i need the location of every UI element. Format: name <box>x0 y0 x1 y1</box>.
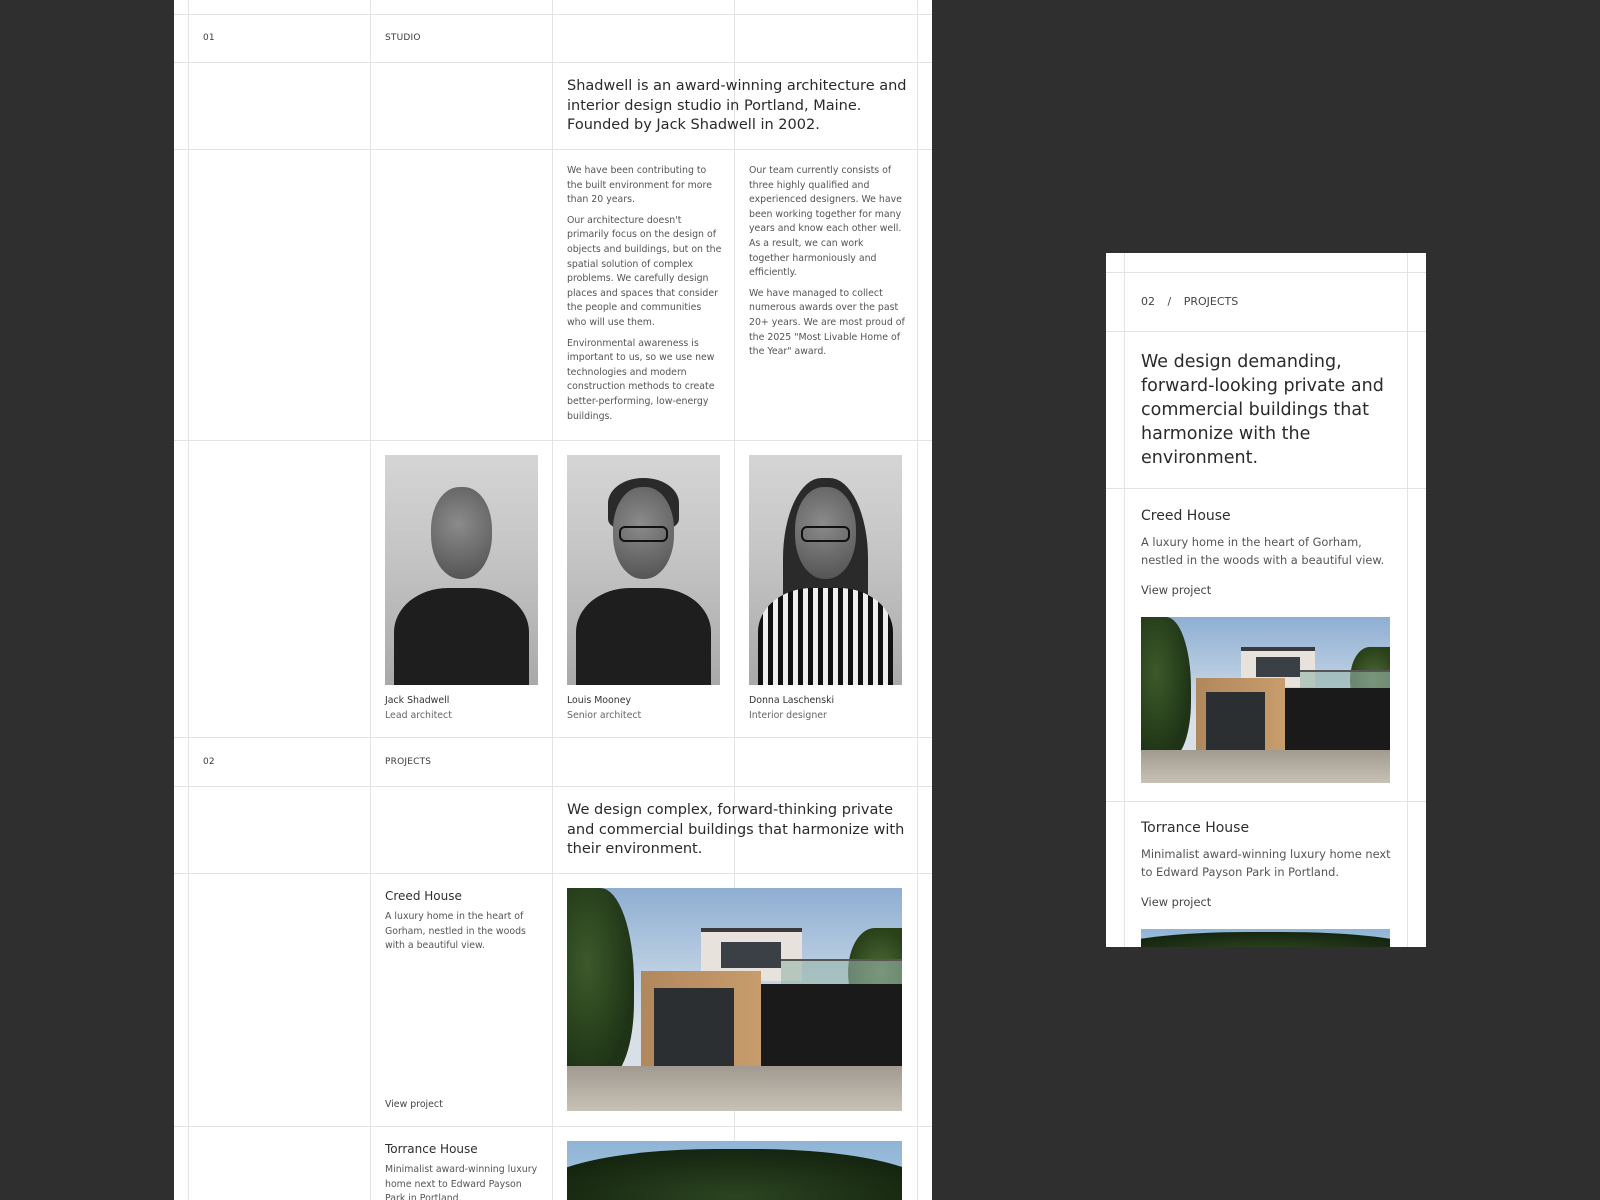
team-member-name: Louis Mooney <box>567 695 632 706</box>
section-number: 02 <box>1141 295 1155 308</box>
section-label: STUDIO <box>385 33 421 43</box>
mobile-section-header: 02 / PROJECTS <box>1141 295 1238 308</box>
project-title: Creed House <box>1141 508 1231 524</box>
team-photo-louis <box>567 455 720 685</box>
project-title: Creed House <box>385 889 462 903</box>
team-member-role: Senior architect <box>567 709 642 721</box>
mobile-page-mockup: 02 / PROJECTS We design demanding, forwa… <box>1106 253 1426 947</box>
team-member-role: Interior designer <box>749 709 827 721</box>
project-image-creed-house <box>1141 617 1390 783</box>
team-member-card: Donna Laschenski Interior designer <box>749 694 834 723</box>
project-title: Torrance House <box>1141 820 1250 836</box>
section-label: PROJECTS <box>385 757 432 767</box>
paragraph: We have been contributing to the built e… <box>567 165 712 206</box>
studio-text-column-2: Our team currently consists of three hig… <box>749 164 905 366</box>
section-number: 02 <box>203 757 215 767</box>
desktop-page-mockup: 01 STUDIO Shadwell is an award-winning a… <box>174 0 932 1200</box>
project-description: Minimalist award-winning luxury home nex… <box>1141 847 1391 879</box>
team-member-name: Donna Laschenski <box>749 695 835 706</box>
team-member-card: Louis Mooney Senior architect <box>567 694 641 723</box>
project-title: Torrance House <box>385 1142 478 1156</box>
view-project-link[interactable]: View project <box>385 1099 443 1110</box>
project-description: A luxury home in the heart of Gorham, ne… <box>385 911 526 952</box>
section-number: 01 <box>203 33 215 43</box>
team-photo-donna <box>749 455 902 685</box>
paragraph: Our architecture doesn't primarily focus… <box>567 214 722 328</box>
separator: / <box>1167 295 1172 308</box>
paragraph: Environmental awareness is important to … <box>567 337 715 422</box>
team-member-name: Jack Shadwell <box>385 695 450 706</box>
team-member-role: Lead architect <box>385 709 452 721</box>
team-photo-jack <box>385 455 538 685</box>
studio-text-column-1: We have been contributing to the built e… <box>567 164 723 430</box>
project-image-torrance-house <box>567 1141 902 1200</box>
paragraph: Our team currently consists of three hig… <box>749 165 902 279</box>
project-description: Minimalist award-winning luxury home nex… <box>385 1164 538 1200</box>
project-image-torrance-house <box>1141 929 1390 947</box>
project-image-creed-house <box>567 888 902 1111</box>
section-label: PROJECTS <box>1183 295 1239 308</box>
mobile-projects-intro: We design demanding, forward-looking pri… <box>1141 352 1384 468</box>
project-description: A luxury home in the heart of Gorham, ne… <box>1141 535 1385 567</box>
studio-intro: Shadwell is an award-winning architectur… <box>567 78 907 133</box>
projects-intro: We design complex, forward-thinking priv… <box>567 802 905 857</box>
paragraph: We have managed to collect numerous awar… <box>749 287 905 358</box>
view-project-link[interactable]: View project <box>1141 895 1211 909</box>
view-project-link[interactable]: View project <box>1141 583 1211 597</box>
team-member-card: Jack Shadwell Lead architect <box>385 694 452 723</box>
